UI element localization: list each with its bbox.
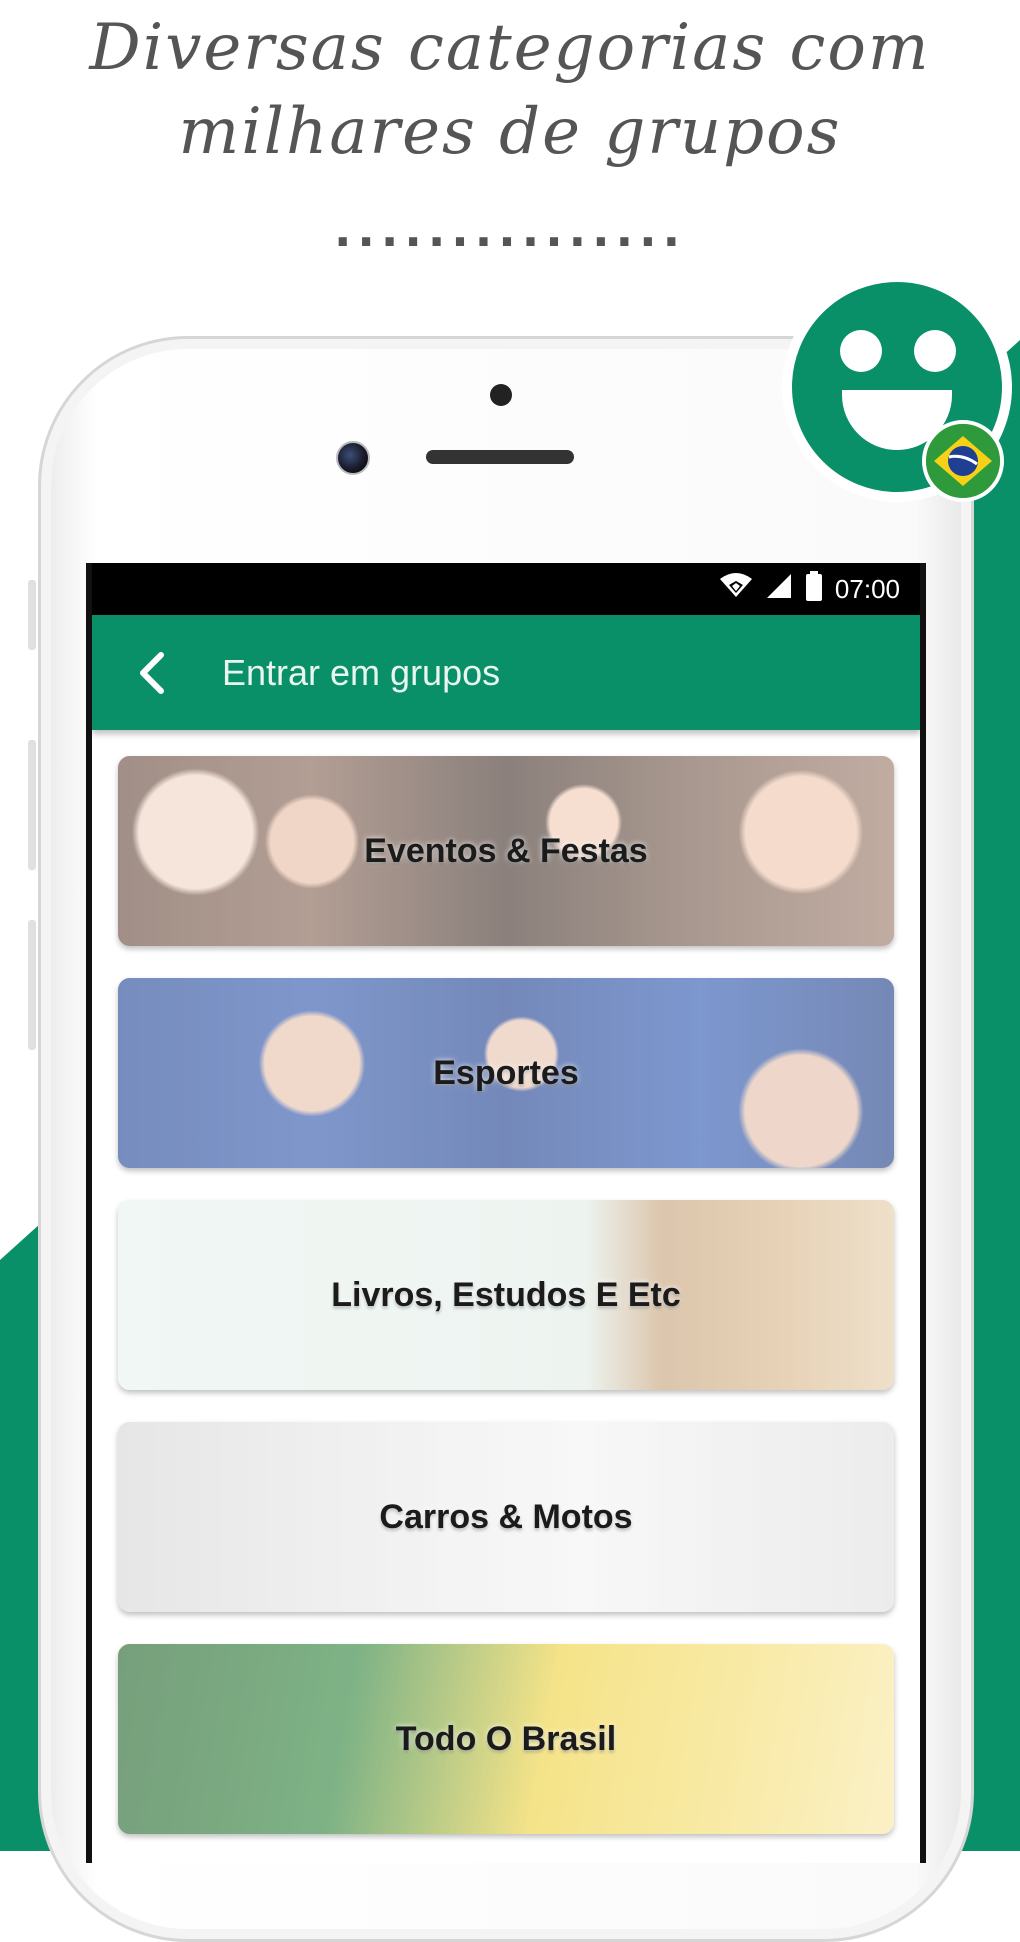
category-list: Eventos & Festas Esportes Livros, Estudo… bbox=[92, 730, 920, 1834]
category-label: Esportes bbox=[433, 1053, 579, 1092]
phone-side-button bbox=[28, 920, 36, 1050]
headline-line-2: milhares de grupos bbox=[178, 95, 842, 169]
category-card-todo-brasil[interactable]: Todo O Brasil bbox=[118, 1644, 894, 1834]
wifi-icon bbox=[719, 572, 753, 606]
brazil-flag-icon bbox=[922, 420, 1004, 502]
phone-side-button bbox=[28, 740, 36, 870]
status-time: 07:00 bbox=[834, 573, 900, 604]
page-title: Entrar em grupos bbox=[222, 651, 501, 693]
dotted-separator: ............... bbox=[333, 203, 687, 257]
phone-screen: 07:00 Entrar em grupos Eventos & Festas … bbox=[86, 563, 926, 1863]
app-bar: Entrar em grupos bbox=[92, 615, 920, 730]
category-label: Todo O Brasil bbox=[395, 1719, 617, 1758]
category-card-livros-estudos[interactable]: Livros, Estudos E Etc bbox=[118, 1200, 894, 1390]
mascot-eye-right bbox=[914, 330, 956, 372]
category-label: Carros & Motos bbox=[379, 1497, 633, 1536]
proximity-sensor bbox=[490, 384, 512, 406]
category-label: Livros, Estudos E Etc bbox=[331, 1275, 681, 1314]
headline-line-1: Diversas categorias com bbox=[89, 11, 931, 85]
category-label: Eventos & Festas bbox=[364, 831, 648, 870]
earpiece-speaker bbox=[426, 450, 574, 464]
front-camera bbox=[336, 441, 370, 475]
category-card-carros-motos[interactable]: Carros & Motos bbox=[118, 1422, 894, 1612]
mascot-eye-left bbox=[840, 330, 882, 372]
category-card-esportes[interactable]: Esportes bbox=[118, 978, 894, 1168]
signal-icon bbox=[765, 572, 793, 607]
category-card-eventos-festas[interactable]: Eventos & Festas bbox=[118, 756, 894, 946]
chevron-left-icon bbox=[140, 651, 164, 694]
battery-icon bbox=[805, 570, 823, 608]
phone-side-button bbox=[28, 580, 36, 650]
status-bar: 07:00 bbox=[92, 563, 920, 615]
promo-headline: Diversas categorias com milhares de grup… bbox=[0, 6, 1020, 174]
back-button[interactable] bbox=[112, 633, 192, 713]
